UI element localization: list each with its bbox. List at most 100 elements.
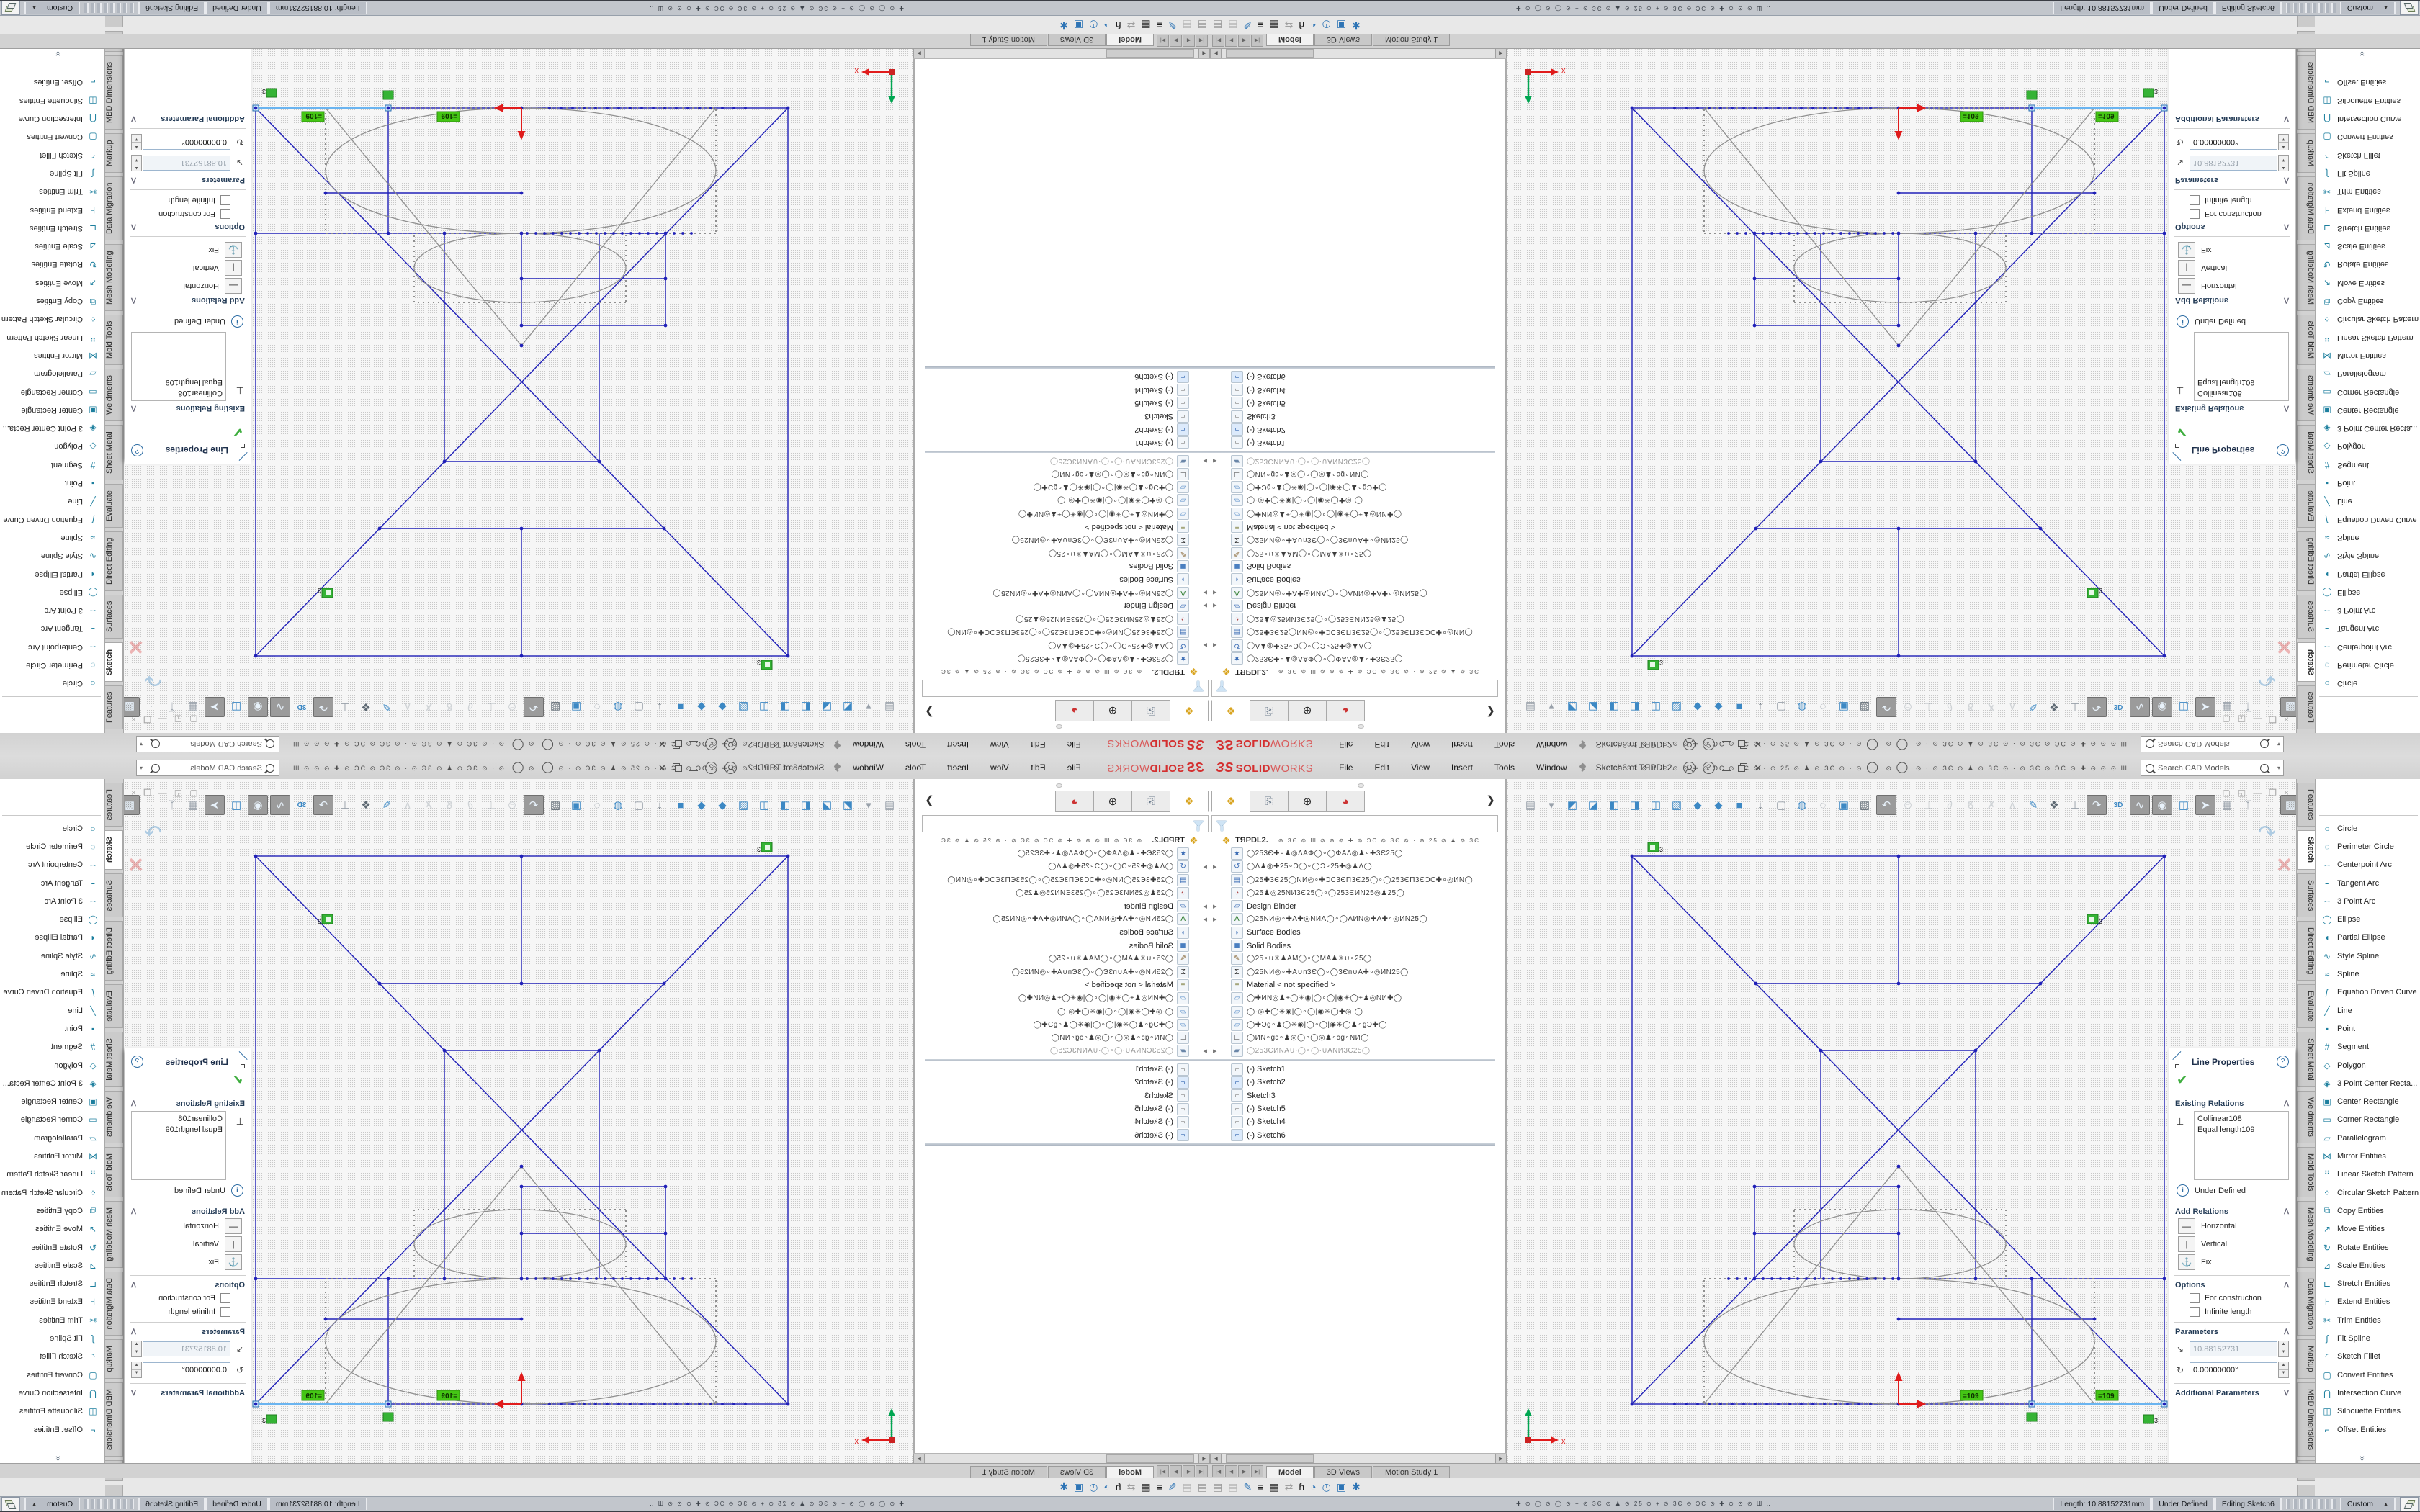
tool-tangent-arc[interactable]: ⌣Tangent Arc [2316, 620, 2420, 638]
selection-filter-icon[interactable]: ▤ [1213, 19, 1222, 32]
tree-item-sketch2[interactable]: ⌐(-) Sketch2 [1210, 423, 1495, 436]
tool-intersection-curve[interactable]: ⋂Intersection Curve [2316, 109, 2420, 127]
selection-filter-icon[interactable]: ✱ [1059, 19, 1068, 32]
view-toolbar-icon[interactable]: ◫ [755, 796, 774, 814]
selection-filter-icon[interactable]: ✱ [1352, 1481, 1361, 1493]
selection-filter-icon[interactable]: ◷ [1322, 1481, 1331, 1493]
relation-item[interactable]: Equal length109 [135, 1125, 223, 1135]
view-toolbar-icon[interactable]: ◩ [838, 698, 857, 716]
view-toolbar-icon[interactable]: ↶ [1876, 697, 1896, 717]
tree-item[interactable]: ▤◯25✚3Є25◯NИ◎∘✚ƆC3ЄП3Є25◯∘◯253ЄП3ЄƆC✚∘◎И… [1210, 873, 1495, 886]
selection-filter-icon[interactable]: ✱ [1059, 1481, 1068, 1493]
relations-list[interactable]: ⊥ Collinear108Equal length109 [131, 332, 226, 401]
command-tab-weldments[interactable]: Weldments [2297, 369, 2315, 421]
tree-item-sketch5[interactable]: ⌐(-) Sketch5 [1210, 397, 1495, 410]
angle-spinner[interactable]: ▲▼ [2278, 1362, 2289, 1378]
selection-filter-icon[interactable]: ɦ [1116, 19, 1121, 31]
more-tools-chevron-icon[interactable]: » [52, 53, 63, 56]
panel-help-icon[interactable]: ? [2277, 1056, 2289, 1068]
status-tag-icon[interactable] [2400, 1497, 2419, 1511]
tool-mirror-entities[interactable]: ⋈Mirror Entities [0, 346, 104, 364]
view-toolbar-icon[interactable]: ◫ [2174, 796, 2193, 814]
selection-filter-icon[interactable]: ▤ [1228, 19, 1237, 32]
view-toolbar-icon[interactable]: ⊥ [1919, 698, 1938, 716]
tool-tangent-arc[interactable]: ⌣Tangent Arc [2316, 874, 2420, 892]
view-toolbar-icon[interactable]: ⊥ [482, 796, 501, 814]
scrollbar-thumb[interactable] [1226, 49, 1314, 58]
tree-horizontal-scrollbar[interactable]: ◀ ▶ [1210, 1453, 1507, 1464]
view-toolbar-icon[interactable]: ✎ [2024, 796, 2043, 814]
tree-root[interactable]: ❖TЯPDL2.⊚ ЗЄ ⊚ Ш ⊚ ⊚ ⊚ ✚ ⊚ ƆC ⊚ ЗЄ ⊚ · ⊚… [1210, 834, 1495, 847]
tree-item[interactable]: ◗Surface Bodies [1210, 926, 1495, 939]
view-toolbar-icon[interactable]: ◉ [248, 795, 268, 815]
add-relation-horizontal[interactable]: —Horizontal [131, 278, 242, 294]
collapse-icon[interactable]: ᐱ [131, 1100, 136, 1108]
selection-filter-icon[interactable]: ▣ [1337, 19, 1346, 32]
tree-item[interactable]: ∟◯ИN∘ɡɔ∘♟◎◯∘◯◎♟∘ɔɡ∘NИ◯ [925, 1031, 1210, 1044]
tool-offset-entities[interactable]: ⌐Offset Entities [2316, 1421, 2420, 1439]
search-dropdown-icon[interactable]: ▾ [140, 765, 143, 771]
doc-window-control-icon[interactable]: ▢ [2223, 788, 2231, 798]
pin-menu-icon[interactable] [833, 740, 841, 749]
tool-polygon[interactable]: ◇Polygon [2316, 1056, 2420, 1074]
search-submit-icon[interactable] [2260, 764, 2269, 773]
tool-polygon[interactable]: ◇Polygon [0, 1056, 104, 1074]
command-tab-mesh-modeling[interactable]: Mesh Modeling [105, 1201, 123, 1268]
tree-item[interactable]: ▶↺◯Λ♟◎✚25∘Ɔ◯∘◯Ɔ∘25✚◎♟Λ◯ [1210, 860, 1495, 873]
collapse-icon[interactable]: ᐱ [131, 405, 136, 413]
tool-intersection-curve[interactable]: ⋂Intersection Curve [0, 109, 104, 127]
view-toolbar-icon[interactable]: ❖ [2045, 796, 2063, 814]
menu-window[interactable]: Window [851, 738, 885, 751]
selection-filter-icon[interactable]: ✎ [1168, 19, 1177, 32]
view-toolbar-icon[interactable]: ↶ [524, 697, 544, 717]
circle-tool-icon[interactable]: ◯ [1866, 739, 1883, 751]
command-tab-markup[interactable]: Markup [105, 1339, 123, 1379]
doc-tab-model[interactable]: Model [1266, 1466, 1314, 1478]
tool-equation-driven-curve[interactable]: ƒEquation Driven Curve [2316, 510, 2420, 528]
collapse-icon[interactable]: ᐱ [2284, 1100, 2289, 1108]
doc-window-control-icon[interactable]: ▢ [189, 788, 197, 798]
command-tab-data-migration[interactable]: Data Migration [105, 1272, 123, 1336]
tree-item[interactable]: ◗Surface Bodies [1210, 573, 1495, 586]
panel-help-icon[interactable]: ? [131, 1056, 143, 1068]
tree-item[interactable]: ▱◯✚Ɔɡ∘♟◯✳◉|◯∘◯|◉✳◯♟∘ɡƆ✚◯ [1210, 481, 1495, 494]
circle-tool-icon[interactable]: ◯ [537, 761, 554, 773]
selection-filter-icon[interactable]: ✎ [1243, 1481, 1252, 1493]
view-toolbar-icon[interactable]: ∿ [2130, 795, 2150, 815]
tab-nav-icon[interactable]: ▶| [1251, 35, 1263, 47]
tab-configurationmanager[interactable]: ⊕ [1289, 700, 1327, 721]
tree-item[interactable]: ▶▰◯253ЄИNА∪·◯∘◯·∪АNИ3Є25◯ [1210, 454, 1495, 467]
tool-corner-rectangle[interactable]: ▭Corner Rectangle [0, 383, 104, 401]
tool-trim-entities[interactable]: ✂Trim Entities [2316, 183, 2420, 201]
doc-window-control-icon[interactable]: ❐ [143, 714, 151, 724]
tool-tangent-arc[interactable]: ⌣Tangent Arc [0, 874, 104, 892]
expander-icon[interactable]: ▶ [1213, 603, 1219, 608]
tool-point[interactable]: ▪Point [2316, 1020, 2420, 1038]
tool-equation-driven-curve[interactable]: ƒEquation Driven Curve [2316, 984, 2420, 1002]
tree-item[interactable]: ◗Surface Bodies [925, 573, 1210, 586]
status-unit-selector[interactable]: Custom▲ [24, 1498, 80, 1510]
tool-scale-entities[interactable]: ⊿Scale Entities [0, 238, 104, 256]
tool-rotate-entities[interactable]: ↻Rotate Entities [0, 1238, 104, 1256]
expander-icon[interactable]: ▶ [1213, 864, 1219, 870]
scroll-right-icon[interactable]: ▶ [913, 1454, 925, 1464]
doc-window-control-icon[interactable]: ◱ [2238, 788, 2246, 798]
search-submit-icon[interactable] [151, 764, 160, 773]
tool-mirror-entities[interactable]: ⋈Mirror Entities [2316, 1147, 2420, 1165]
tool-stretch-entities[interactable]: ⊏Stretch Entities [0, 219, 104, 237]
tab-featuremanager[interactable]: ❖ [1211, 791, 1250, 812]
confirmation-corner-icon[interactable]: ↷ [2258, 666, 2276, 691]
tool-3-point-center-recta-[interactable]: ◈3 Point Center Recta... [2316, 420, 2420, 438]
tree-item-sketch4[interactable]: ⌐(-) Sketch4 [925, 1115, 1210, 1128]
tool-sketch-fillet[interactable]: ◜Sketch Fillet [2316, 146, 2420, 164]
tree-item[interactable]: ▱◯✚ИN◎♟+◯✳◉|◯∘◯|◉✳◯+♟◎NИ✚◯ [1210, 507, 1495, 520]
tool-centerpoint-arc[interactable]: ⌢Centerpoint Arc [2316, 638, 2420, 656]
command-tab-mold-tools[interactable]: Mold Tools [105, 315, 123, 365]
view-toolbar-icon[interactable]: ◌ [588, 698, 606, 716]
command-tab-features[interactable]: Features [2297, 783, 2315, 827]
more-tools-chevron-icon[interactable]: » [52, 1456, 63, 1459]
view-toolbar-icon[interactable]: ❖ [2045, 698, 2063, 716]
tree-item[interactable]: ▱◯✚Ɔɡ∘♟◯✳◉|◯∘◯|◉✳◯♟∘ɡƆ✚◯ [925, 481, 1210, 494]
scroll-left-icon[interactable]: ◀ [1210, 48, 1222, 58]
selection-filter-icon[interactable]: ✎ [1168, 1481, 1177, 1493]
